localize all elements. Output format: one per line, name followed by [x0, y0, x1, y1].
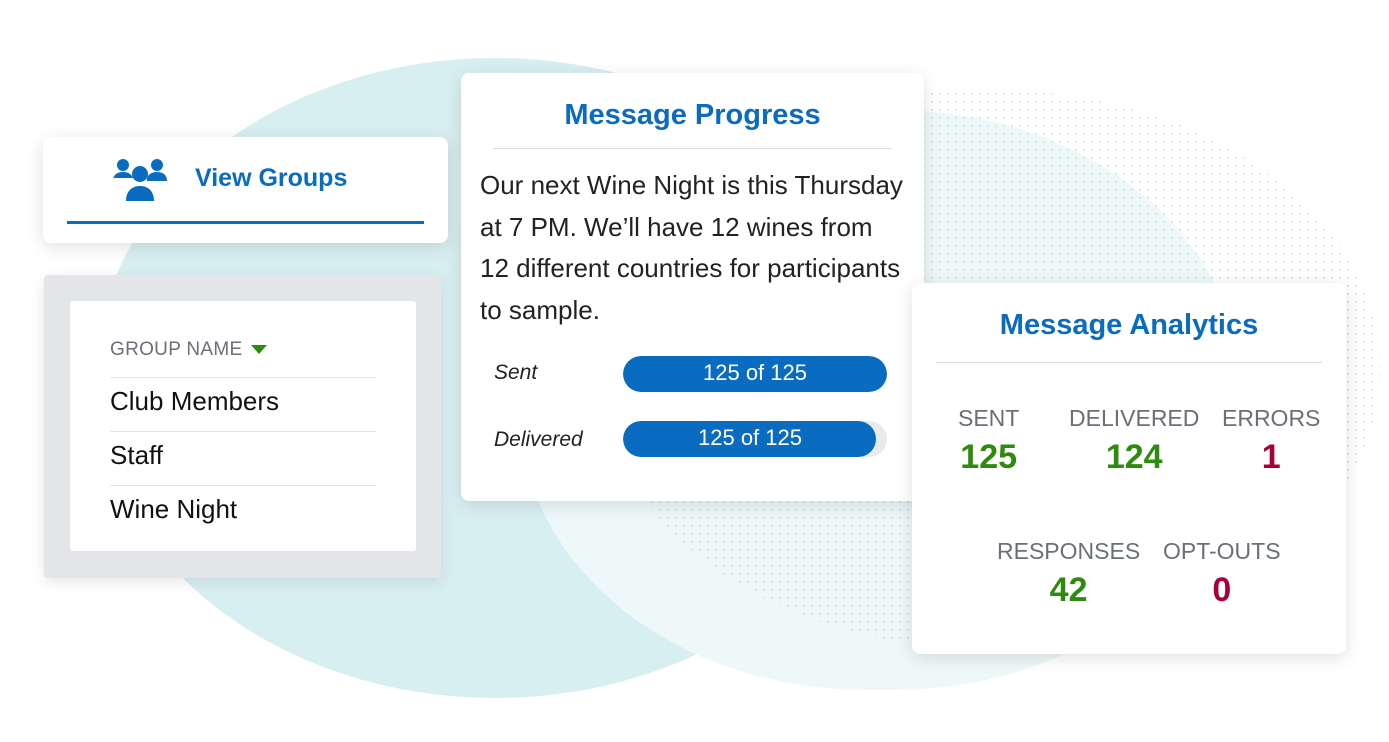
delivered-progress-bar: 125 of 125	[623, 421, 887, 457]
group-name-column-header[interactable]: GROUP NAME	[110, 339, 267, 361]
caret-down-icon	[250, 345, 267, 355]
stat-responses: RESPONSES 42	[997, 538, 1140, 610]
divider	[936, 362, 1322, 363]
stat-value: 1	[1261, 438, 1281, 476]
stat-label: DELIVERED	[1069, 405, 1200, 431]
stat-value: 124	[1105, 438, 1163, 476]
sent-progress-bar: 125 of 125	[623, 356, 887, 392]
users-icon	[113, 159, 167, 201]
stat-label: RESPONSES	[997, 538, 1141, 564]
message-progress-card: Message Progress Our next Wine Night is …	[461, 73, 924, 501]
message-analytics-title: Message Analytics	[999, 309, 1259, 341]
stat-errors: ERRORS 1	[1222, 405, 1320, 477]
sent-label: Sent	[494, 361, 538, 384]
view-groups-label: View Groups	[195, 164, 348, 192]
message-progress-title: Message Progress	[564, 99, 821, 131]
group-row[interactable]: Wine Night	[110, 485, 376, 525]
delivered-progress-text: 125 of 125	[698, 425, 802, 450]
message-text: Our next Wine Night is this Thursday at …	[480, 170, 903, 325]
active-tab-underline	[67, 221, 424, 224]
groups-panel: GROUP NAME Club Members Staff Wine Night	[44, 275, 441, 578]
group-row[interactable]: Staff	[110, 431, 376, 471]
stat-opt-outs: OPT-OUTS 0	[1163, 538, 1281, 610]
stat-label: OPT-OUTS	[1163, 538, 1281, 564]
sent-progress-text: 125 of 125	[703, 360, 807, 385]
stat-sent: SENT 125	[958, 405, 1019, 477]
groups-table: GROUP NAME Club Members Staff Wine Night	[70, 301, 416, 551]
column-header-label: GROUP NAME	[110, 339, 243, 360]
view-groups-tab[interactable]: View Groups	[43, 137, 448, 243]
delivered-label: Delivered	[494, 428, 583, 451]
stat-delivered: DELIVERED 124	[1069, 405, 1199, 477]
stat-value: 0	[1212, 571, 1232, 609]
group-row[interactable]: Club Members	[110, 377, 376, 417]
message-analytics-card: Message Analytics SENT 125 DELIVERED 124 E…	[912, 283, 1346, 654]
stat-value: 125	[960, 438, 1018, 476]
stat-label: SENT	[958, 405, 1020, 431]
stat-label: ERRORS	[1222, 405, 1321, 431]
stat-value: 42	[1049, 571, 1088, 609]
